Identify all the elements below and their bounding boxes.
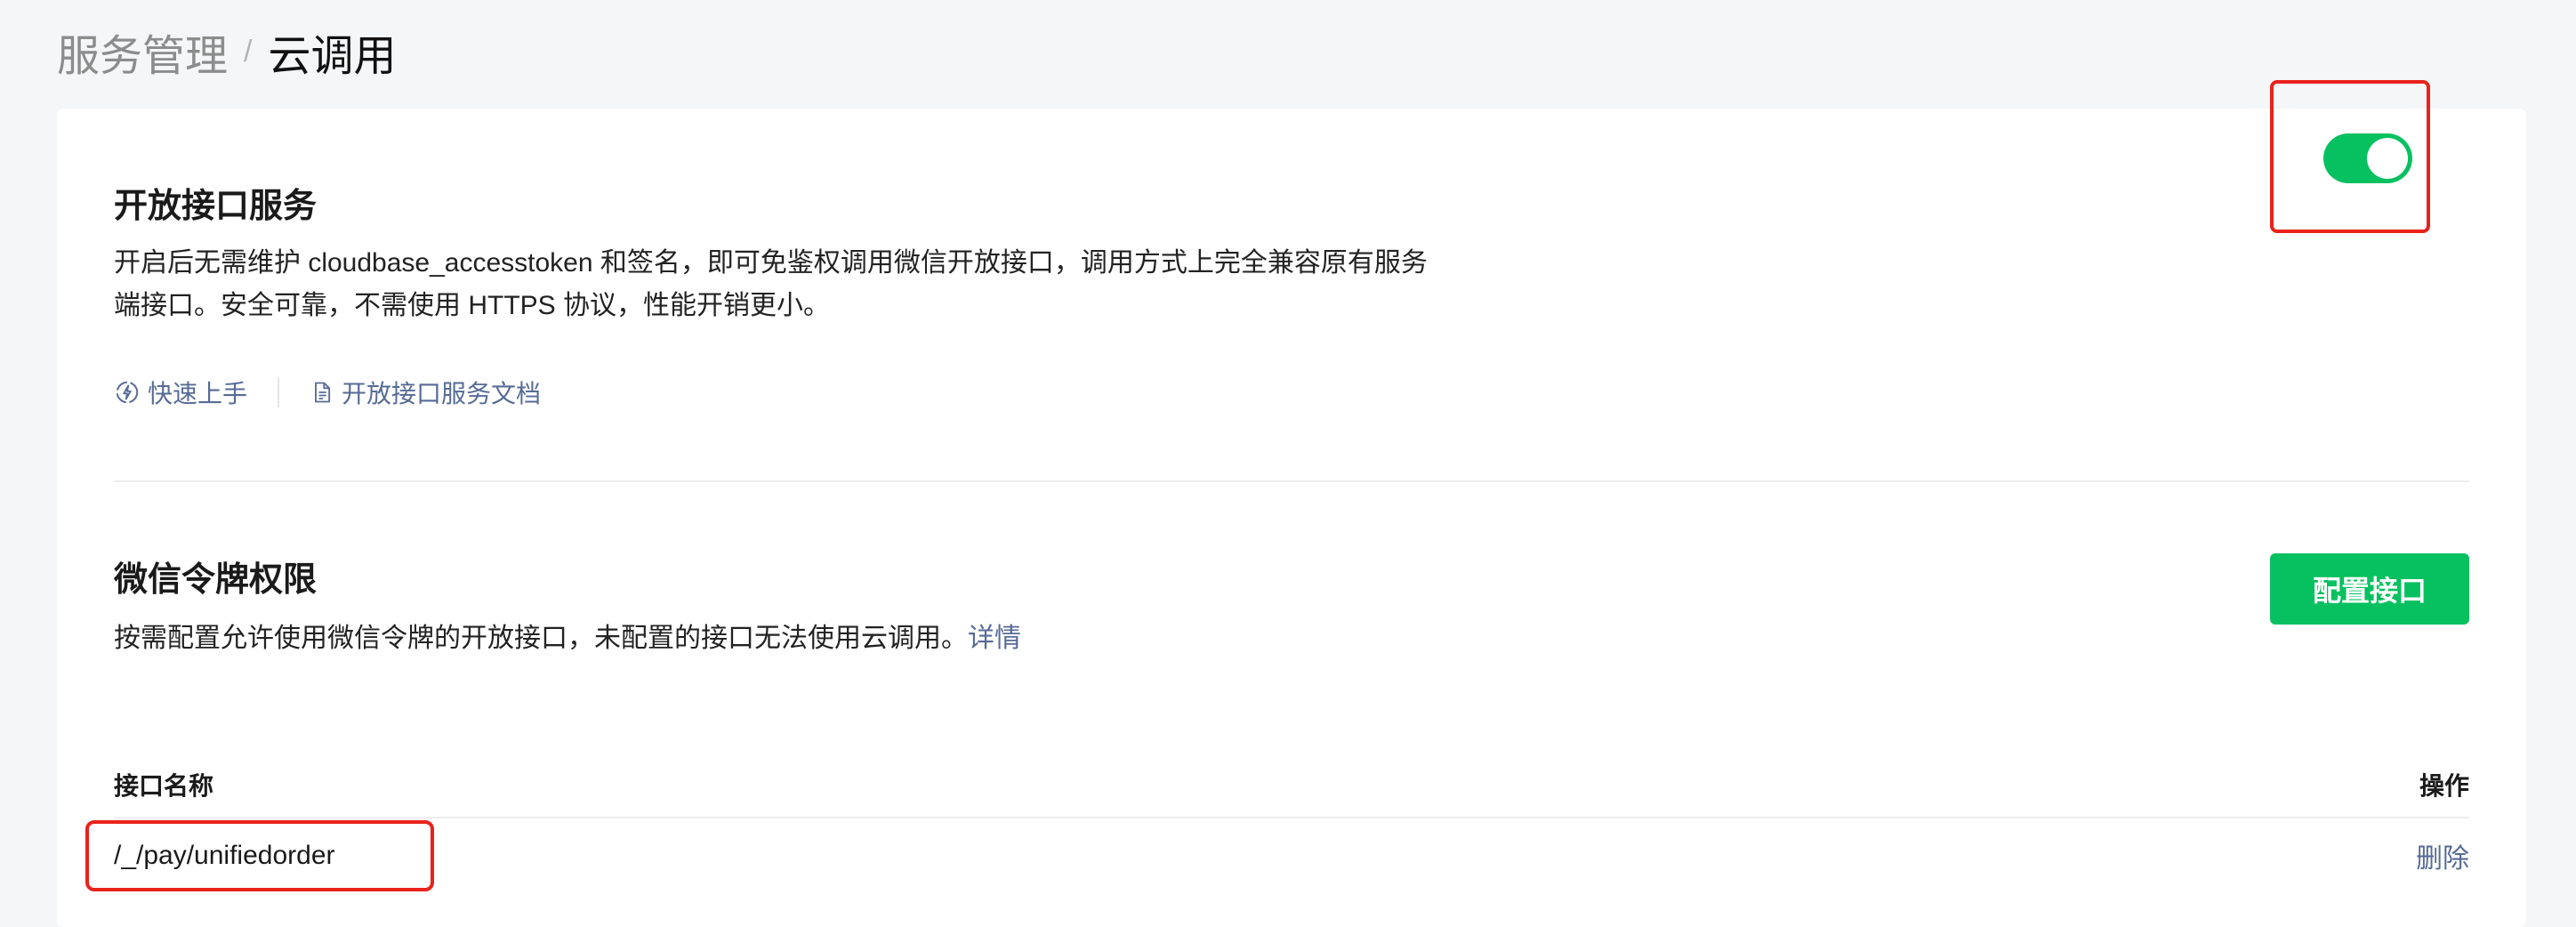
table-row: /_/pay/unifiedorder 删除: [114, 820, 2469, 891]
breadcrumb: 服务管理 / 云调用: [57, 20, 396, 84]
column-header-action: 操作: [2419, 772, 2469, 800]
section-divider: [114, 480, 2469, 482]
content-card: 开放接口服务 开启后无需维护 cloudbase_accesstoken 和签名…: [57, 109, 2526, 927]
quick-start-link[interactable]: 快速上手: [114, 375, 247, 410]
row-highlight-box: [85, 820, 434, 891]
docs-label: 开放接口服务文档: [342, 380, 542, 407]
page-title: 云调用: [268, 33, 397, 80]
link-divider: [278, 377, 280, 407]
open-service-description: 开启后无需维护 cloudbase_accesstoken 和签名，即可免鉴权调…: [114, 248, 1428, 320]
quick-start-label: 快速上手: [148, 380, 248, 407]
table-header: 接口名称 操作: [114, 753, 2469, 818]
breadcrumb-parent[interactable]: 服务管理: [57, 20, 228, 83]
column-header-name: 接口名称: [114, 772, 214, 800]
lightning-circle-icon: [116, 381, 139, 404]
open-service-toggle[interactable]: [2323, 133, 2412, 183]
permissions-title: 微信令牌权限: [114, 561, 318, 599]
open-service-title: 开放接口服务: [114, 188, 318, 225]
permissions-description: 按需配置允许使用微信令牌的开放接口，未配置的接口无法使用云调用。详情: [114, 617, 1021, 660]
detail-link[interactable]: 详情: [968, 624, 1021, 653]
configure-interfaces-button[interactable]: 配置接口: [2270, 553, 2469, 625]
toggle-knob: [2367, 138, 2408, 179]
permissions-description-text: 按需配置允许使用微信令牌的开放接口，未配置的接口无法使用云调用。: [114, 624, 968, 653]
breadcrumb-separator: /: [244, 34, 253, 69]
document-icon: [315, 382, 331, 403]
open-service-links: 快速上手 开放接口服务文档: [114, 370, 541, 415]
docs-link[interactable]: 开放接口服务文档: [310, 375, 541, 410]
delete-link[interactable]: 删除: [2416, 836, 2469, 875]
